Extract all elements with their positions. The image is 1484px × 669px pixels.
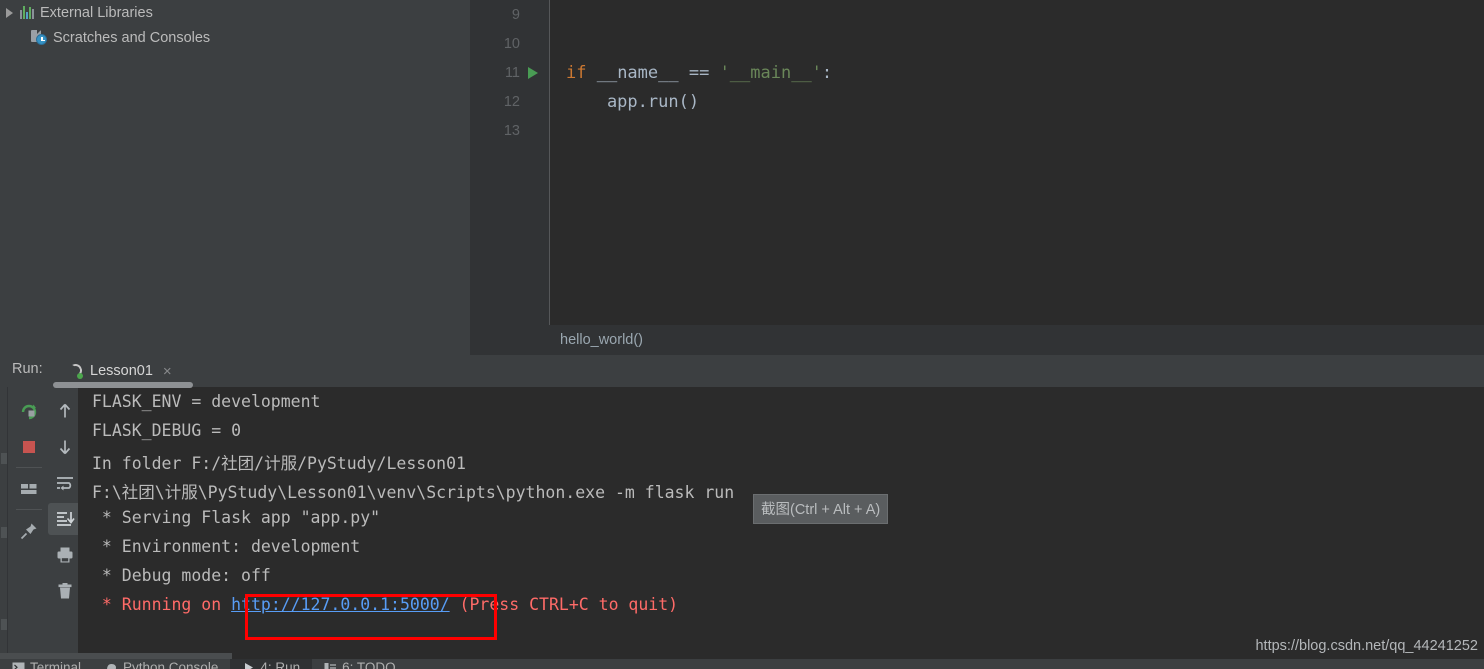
breadcrumb-label: hello_world() xyxy=(560,332,644,348)
arrow-up-icon xyxy=(55,401,75,421)
scroll-to-end-button[interactable] xyxy=(48,503,82,535)
running-suffix: (Press CTRL+C to quit) xyxy=(449,595,679,614)
console-line: In folder F:/社团/计服/PyStudy/Lesson01 xyxy=(92,454,466,473)
pin-icon xyxy=(19,521,39,541)
run-window-header: Run: Lesson01 × xyxy=(0,355,1484,387)
status-item-run[interactable]: 4: Run xyxy=(230,659,313,669)
code-token-string: '__main__' xyxy=(719,62,822,83)
up-button[interactable] xyxy=(48,395,82,427)
pycharm-window: External Libraries Scratches and Console… xyxy=(0,0,1484,669)
python-run-icon xyxy=(68,363,84,379)
editor-line: 11 if __name__ == '__main__': xyxy=(470,58,1484,87)
code-line-11: if __name__ == '__main__': xyxy=(566,63,832,83)
rerun-button[interactable] xyxy=(12,395,46,427)
console-line: * Serving Flask app "app.py" xyxy=(92,508,381,527)
status-item-label: Terminal xyxy=(30,659,82,669)
status-bar: Terminal Python Console 4: Run 6: TODO xyxy=(0,653,1484,669)
stripe-stub[interactable] xyxy=(1,619,7,630)
down-button[interactable] xyxy=(48,431,82,463)
status-bar-items: Terminal Python Console 4: Run 6: TODO xyxy=(0,659,408,669)
run-tab-lesson01[interactable]: Lesson01 × xyxy=(62,358,178,384)
print-button[interactable] xyxy=(48,539,82,571)
trash-icon xyxy=(55,581,75,601)
server-url-link[interactable]: http://127.0.0.1:5000/ xyxy=(231,595,450,614)
console-line: * Environment: development xyxy=(92,537,361,556)
project-tree-panel[interactable]: External Libraries Scratches and Console… xyxy=(0,0,470,355)
code-token-operator: == xyxy=(688,62,720,83)
console-line: F:\社团\计服\PyStudy\Lesson01\venv\Scripts\p… xyxy=(92,483,735,502)
code-token-identifier: __name__ xyxy=(586,62,689,83)
stop-button[interactable] xyxy=(12,431,46,463)
toolbar-separator xyxy=(16,467,42,468)
scroll-to-end-icon xyxy=(55,509,75,529)
screenshot-tooltip: 截图(Ctrl + Alt + A) xyxy=(753,494,889,524)
libraries-icon xyxy=(20,6,34,19)
terminal-icon xyxy=(12,661,25,669)
console-line: FLASK_DEBUG = 0 xyxy=(92,421,242,440)
run-window-label: Run: xyxy=(12,361,43,377)
stop-icon xyxy=(19,437,39,457)
line-number: 11 xyxy=(504,64,520,81)
line-number: 10 xyxy=(503,35,520,52)
soft-wrap-button[interactable] xyxy=(48,467,82,499)
breadcrumb[interactable]: hello_world() xyxy=(470,325,1484,355)
tree-item-label: Scratches and Consoles xyxy=(53,29,211,46)
stripe-stub[interactable] xyxy=(1,453,7,464)
pin-button[interactable] xyxy=(12,515,46,547)
tree-item-label: External Libraries xyxy=(40,4,153,21)
status-item-label: 6: TODO xyxy=(342,659,396,669)
editor-line: 13 xyxy=(470,116,1484,145)
editor-line: 10 xyxy=(470,29,1484,58)
console-line: FLASK_ENV = development xyxy=(92,392,321,411)
layout-button[interactable] xyxy=(12,473,46,505)
horizontal-scrollbar[interactable] xyxy=(53,382,193,388)
status-item-python-console[interactable]: Python Console xyxy=(93,659,230,669)
toolbar-separator xyxy=(16,509,42,510)
close-icon[interactable]: × xyxy=(163,364,172,379)
status-item-label: Python Console xyxy=(123,659,219,669)
run-tab-label: Lesson01 xyxy=(90,363,153,379)
status-bar-tab-background-2 xyxy=(753,653,1005,659)
tree-item-external-libraries[interactable]: External Libraries xyxy=(0,0,470,25)
print-icon xyxy=(55,545,75,565)
editor-line: 9 xyxy=(470,0,1484,29)
tree-item-scratches-and-consoles[interactable]: Scratches and Consoles xyxy=(0,25,470,50)
run-icon xyxy=(242,661,255,669)
clear-all-button[interactable] xyxy=(48,575,82,607)
top-region: External Libraries Scratches and Console… xyxy=(0,0,1484,355)
todo-icon xyxy=(324,661,337,669)
line-number: 12 xyxy=(503,93,520,110)
line-number: 13 xyxy=(503,122,520,139)
layout-icon xyxy=(19,479,39,499)
tool-window-stripe[interactable] xyxy=(0,387,8,653)
status-item-terminal[interactable]: Terminal xyxy=(0,659,93,669)
running-prefix: * Running on xyxy=(92,595,232,614)
console-line: * Debug mode: off xyxy=(92,566,271,585)
run-tool-window: Run: Lesson01 × FLASK_ENV = development … xyxy=(0,355,1484,653)
rerun-icon xyxy=(19,401,39,421)
chevron-right-icon[interactable] xyxy=(6,7,13,18)
status-item-label: 4: Run xyxy=(260,659,301,669)
editor-line: 12 app.run() xyxy=(470,87,1484,116)
arrow-down-icon xyxy=(55,437,75,457)
status-item-todo[interactable]: 6: TODO xyxy=(312,659,408,669)
line-number: 9 xyxy=(511,6,520,23)
soft-wrap-icon xyxy=(55,473,75,493)
console-line-running: * Running on http://127.0.0.1:5000/ (Pre… xyxy=(92,595,678,614)
code-line-12: app.run() xyxy=(566,91,700,112)
python-console-icon xyxy=(105,661,118,669)
run-gutter-icon[interactable] xyxy=(528,67,538,79)
code-token-keyword: if xyxy=(566,62,587,83)
code-token-colon: : xyxy=(821,62,833,83)
code-editor[interactable]: 9 10 11 if __name__ == '__main__': 12 ap… xyxy=(470,0,1484,355)
scratches-icon xyxy=(31,29,47,46)
stripe-stub[interactable] xyxy=(1,527,7,538)
watermark: https://blog.csdn.net/qq_44241252 xyxy=(1255,638,1478,654)
